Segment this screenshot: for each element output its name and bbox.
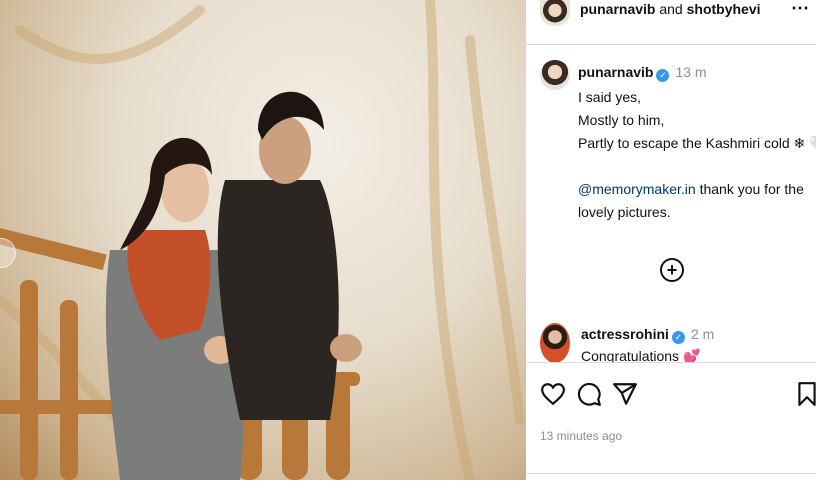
header-user-link[interactable]: punarnavib bbox=[580, 1, 655, 17]
header-usernames: punarnavib and shotbyhevi bbox=[580, 1, 761, 17]
commenter-avatar[interactable] bbox=[540, 323, 570, 362]
caption-line: lovely pictures. bbox=[578, 204, 671, 220]
caption-avatar[interactable] bbox=[540, 60, 570, 90]
caption-line: Mostly to him, bbox=[578, 112, 665, 128]
post-photo[interactable] bbox=[0, 0, 526, 480]
comment-time[interactable]: 2 m bbox=[691, 326, 714, 342]
caption-line: I said yes, bbox=[578, 89, 642, 105]
caption-username[interactable]: punarnavib bbox=[578, 64, 653, 80]
post-side-panel: punarnavib and shotbyhevi ⋯ punarnavib ✓ 1… bbox=[526, 0, 816, 480]
caption-line: Partly to escape the Kashmiri cold ❄ 🤍 bbox=[578, 135, 816, 151]
comment-item: actressrohini ✓ 2 m Congratulations 💕 bbox=[526, 320, 816, 362]
caption-header: punarnavib ✓ 13 m bbox=[578, 64, 707, 82]
load-more-comments-button[interactable]: + bbox=[660, 258, 684, 282]
author-avatar[interactable] bbox=[540, 0, 570, 26]
comment-icon[interactable] bbox=[576, 381, 602, 407]
share-icon[interactable] bbox=[612, 381, 638, 407]
bookmark-icon[interactable] bbox=[794, 381, 816, 407]
more-options-icon[interactable]: ⋯ bbox=[791, 0, 810, 19]
post-date[interactable]: 13 minutes ago bbox=[540, 429, 622, 443]
header-connector: and bbox=[655, 1, 687, 17]
mention-link[interactable]: @memorymaker.in bbox=[578, 181, 696, 197]
caption-text: I said yes, Mostly to him, Partly to esc… bbox=[578, 86, 816, 224]
post-photo-illustration bbox=[0, 0, 525, 480]
divider bbox=[526, 473, 816, 474]
post-header: punarnavib and shotbyhevi ⋯ bbox=[526, 0, 816, 45]
caption-time[interactable]: 13 m bbox=[675, 64, 706, 80]
verified-badge-icon: ✓ bbox=[656, 69, 670, 82]
verified-badge-icon: ✓ bbox=[671, 331, 685, 344]
heart-icon[interactable] bbox=[540, 381, 566, 407]
caption-line: thank you for the bbox=[695, 181, 804, 197]
post-actions-bar: 13 minutes ago bbox=[526, 362, 816, 481]
comment-text: Congratulations 💕 bbox=[581, 348, 701, 362]
commenter-username[interactable]: actressrohini bbox=[581, 326, 669, 342]
header-collaborator-link[interactable]: shotbyhevi bbox=[687, 1, 761, 17]
comment-header: actressrohini ✓ 2 m bbox=[581, 326, 714, 344]
